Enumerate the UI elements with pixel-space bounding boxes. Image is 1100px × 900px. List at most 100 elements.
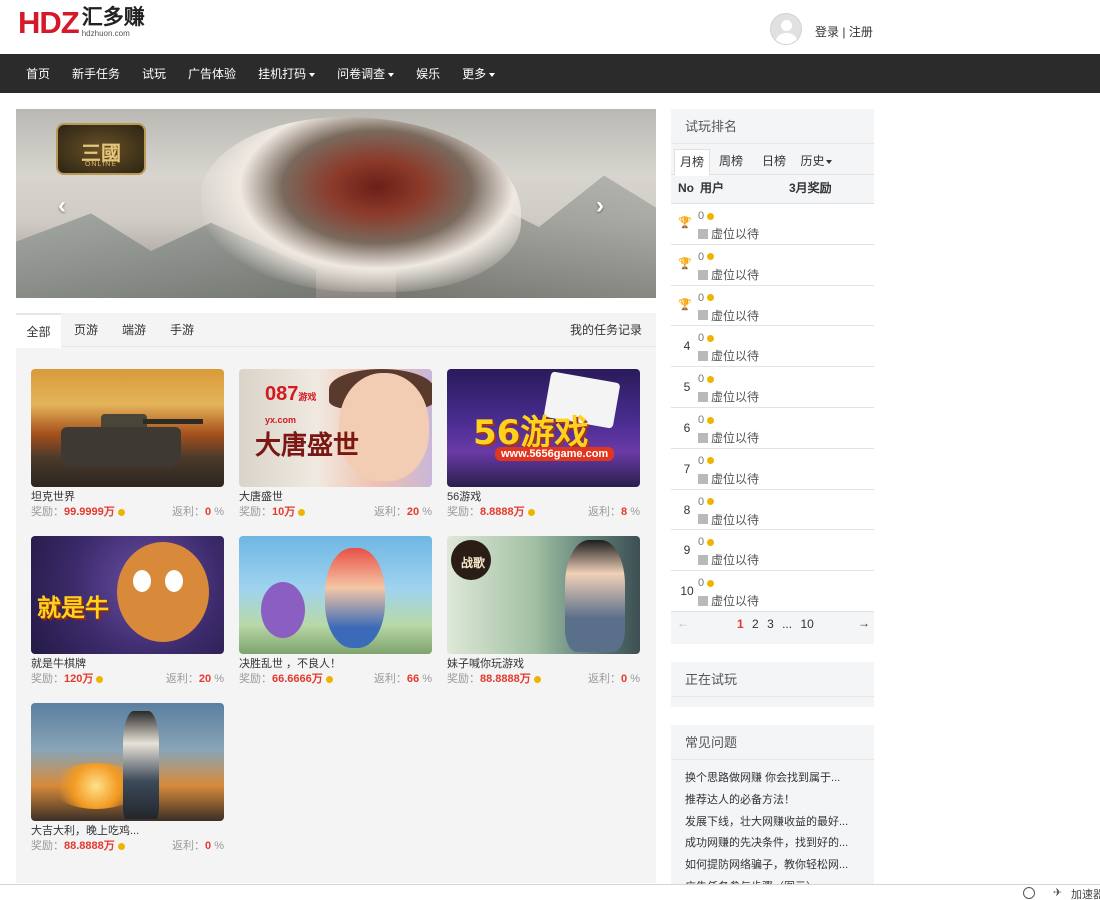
now-playing-title: 正在试玩 bbox=[671, 662, 874, 697]
rank-user[interactable]: 虚位以待 bbox=[698, 511, 759, 528]
faq-item[interactable]: 发展下线，壮大网赚收益的最好... bbox=[685, 812, 874, 834]
my-task-record-link[interactable]: 我的任务记录 bbox=[570, 313, 642, 347]
tab-web-games[interactable]: 页游 bbox=[64, 313, 108, 347]
game-card[interactable]: 决胜乱世 ，不良人！ 奖励：66.6666万 返利：66 % bbox=[239, 536, 432, 687]
nav-survey[interactable]: 问卷调查 bbox=[326, 65, 405, 82]
game-name[interactable]: 大唐盛世 bbox=[239, 490, 432, 504]
trophy-icon: 🏆 bbox=[678, 298, 692, 311]
game-thumbnail[interactable]: 087游戏 yx.com 大唐盛世 bbox=[239, 369, 432, 487]
coin-icon bbox=[707, 253, 715, 261]
tab-mobile-games[interactable]: 手游 bbox=[160, 313, 204, 347]
rank-value: 0 bbox=[698, 496, 715, 508]
game-card[interactable]: 大吉大利，晚上吃鸡... 奖励：88.8888万 返利：0 % bbox=[31, 703, 224, 854]
site-header: HDZ 汇多赚 hdzhuon.com 登录 | 注册 bbox=[0, 0, 1100, 54]
nav-newbie-tasks[interactable]: 新手任务 bbox=[61, 65, 131, 82]
rank-number: 10 bbox=[680, 584, 694, 599]
rank-value: 0 bbox=[698, 414, 715, 426]
rank-user[interactable]: 虚位以待 bbox=[698, 429, 759, 446]
game-card[interactable]: 就是牛 就是牛棋牌 奖励：120万 返利：20 % bbox=[31, 536, 224, 687]
nav-home[interactable]: 首页 bbox=[15, 65, 61, 82]
tab-history[interactable]: 历史 bbox=[797, 149, 835, 175]
chevron-down-icon bbox=[309, 72, 316, 77]
game-thumbnail[interactable] bbox=[31, 703, 224, 821]
hero-banner[interactable]: 三國 ONLINE ‹ › bbox=[16, 109, 656, 298]
game-name[interactable]: 大吉大利，晚上吃鸡... bbox=[31, 824, 224, 838]
user-placeholder-icon bbox=[698, 228, 708, 239]
trophy-icon: 🏆 bbox=[678, 217, 692, 229]
next-page-arrow-icon[interactable]: → bbox=[858, 616, 870, 630]
tab-daily[interactable]: 日榜 bbox=[757, 149, 791, 175]
tab-monthly[interactable]: 月榜 bbox=[674, 149, 710, 176]
page-1[interactable]: 1 bbox=[737, 617, 744, 631]
thumb-url-text: www.5656game.com bbox=[495, 447, 615, 461]
user-placeholder-icon bbox=[698, 514, 708, 525]
game-card[interactable]: 56游戏 www.5656game.com 56游戏 奖励：8.8888万 返利… bbox=[447, 369, 640, 520]
nav-entertainment[interactable]: 娱乐 bbox=[405, 65, 451, 82]
game-name[interactable]: 妹子喊你玩游戏 bbox=[447, 657, 640, 671]
faq-panel: 常见问题 换个思路做网赚 你会找到属于... 推荐达人的必备方法！ 发展下线，壮… bbox=[671, 725, 874, 885]
coin-icon bbox=[707, 579, 715, 587]
rank-user[interactable]: 虚位以待 bbox=[698, 266, 759, 283]
rank-user[interactable]: 虚位以待 bbox=[698, 347, 759, 364]
nav-ad-experience[interactable]: 广告体验 bbox=[177, 65, 247, 82]
page-3[interactable]: 3 bbox=[767, 617, 774, 631]
reward-value: 66.6666万 bbox=[272, 673, 323, 685]
pin-icon[interactable]: ✈ bbox=[1053, 887, 1062, 899]
rank-number: 8 bbox=[683, 502, 691, 517]
user-placeholder-icon bbox=[698, 351, 708, 362]
rank-user[interactable]: 虚位以待 bbox=[698, 592, 759, 609]
game-thumbnail[interactable] bbox=[31, 369, 224, 487]
faq-item[interactable]: 换个思路做网赚 你会找到属于... bbox=[685, 768, 874, 790]
auth-links: 登录 | 注册 bbox=[815, 23, 873, 40]
coin-icon bbox=[325, 675, 333, 683]
rank-value: 0 bbox=[698, 210, 715, 222]
accelerator-label[interactable]: 加速器 bbox=[1071, 886, 1100, 900]
banner-prev-arrow-icon[interactable]: ‹ bbox=[58, 194, 66, 218]
tab-client-games[interactable]: 端游 bbox=[112, 313, 156, 347]
tab-all[interactable]: 全部 bbox=[16, 313, 61, 348]
reward-value: 120万 bbox=[64, 673, 94, 685]
game-name[interactable]: 56游戏 bbox=[447, 490, 640, 504]
page-10[interactable]: 10 bbox=[800, 617, 813, 631]
banner-next-arrow-icon[interactable]: › bbox=[596, 194, 604, 218]
game-name[interactable]: 坦克世界 bbox=[31, 490, 224, 504]
site-logo[interactable]: HDZ 汇多赚 hdzhuon.com bbox=[18, 7, 145, 39]
nav-trial[interactable]: 试玩 bbox=[131, 65, 177, 82]
nav-more[interactable]: 更多 bbox=[451, 65, 506, 82]
coin-icon bbox=[707, 375, 715, 383]
rank-value: 0 bbox=[698, 373, 715, 385]
rank-user[interactable]: 虚位以待 bbox=[698, 388, 759, 405]
game-thumbnail[interactable] bbox=[239, 536, 432, 654]
game-name[interactable]: 就是牛棋牌 bbox=[31, 657, 224, 671]
user-placeholder-icon bbox=[698, 432, 708, 443]
faq-item[interactable]: 如何提防网络骗子，教你轻松网... bbox=[685, 855, 874, 877]
login-link[interactable]: 登录 bbox=[815, 25, 839, 39]
tab-weekly[interactable]: 周榜 bbox=[713, 149, 749, 175]
game-card[interactable]: 战歌 妹子喊你玩游戏 奖励：88.8888万 返利：0 % bbox=[447, 536, 640, 687]
game-card[interactable]: 087游戏 yx.com 大唐盛世 大唐盛世 奖励：10万 返利：20 % bbox=[239, 369, 432, 520]
game-thumbnail[interactable]: 56游戏 www.5656game.com bbox=[447, 369, 640, 487]
nav-idle-captcha[interactable]: 挂机打码 bbox=[247, 65, 326, 82]
user-placeholder-icon bbox=[698, 596, 708, 606]
game-thumbnail[interactable]: 就是牛 bbox=[31, 536, 224, 654]
game-name[interactable]: 决胜乱世 ，不良人！ bbox=[239, 657, 432, 671]
rank-user[interactable]: 虚位以待 bbox=[698, 225, 759, 242]
game-meta: 奖励：88.8888万 返利：0 % bbox=[31, 840, 224, 852]
ranking-tabs: 月榜 周榜 日榜 历史 bbox=[671, 144, 874, 176]
prev-page-arrow-icon[interactable]: ← bbox=[677, 616, 689, 630]
rank-user[interactable]: 虚位以待 bbox=[698, 470, 759, 487]
ranking-pager: ← 1 2 3 ... 10 → bbox=[671, 612, 874, 638]
game-meta: 奖励：10万 返利：20 % bbox=[239, 506, 432, 518]
faq-item[interactable]: 成功网赚的先决条件，找到好的... bbox=[685, 833, 874, 855]
coin-icon bbox=[707, 457, 715, 465]
user-avatar-icon[interactable] bbox=[770, 13, 802, 45]
accelerator-icon[interactable] bbox=[1023, 887, 1035, 899]
page-2[interactable]: 2 bbox=[752, 617, 759, 631]
game-card[interactable]: 坦克世界 奖励：99.9999万 返利：0 % bbox=[31, 369, 224, 520]
rank-user[interactable]: 虚位以待 bbox=[698, 551, 759, 568]
game-thumbnail[interactable]: 战歌 bbox=[447, 536, 640, 654]
register-link[interactable]: 注册 bbox=[849, 25, 873, 39]
faq-item[interactable]: 推荐达人的必备方法！ bbox=[685, 790, 874, 812]
ranking-title: 试玩排名 bbox=[671, 109, 874, 144]
rank-user[interactable]: 虚位以待 bbox=[698, 307, 759, 324]
